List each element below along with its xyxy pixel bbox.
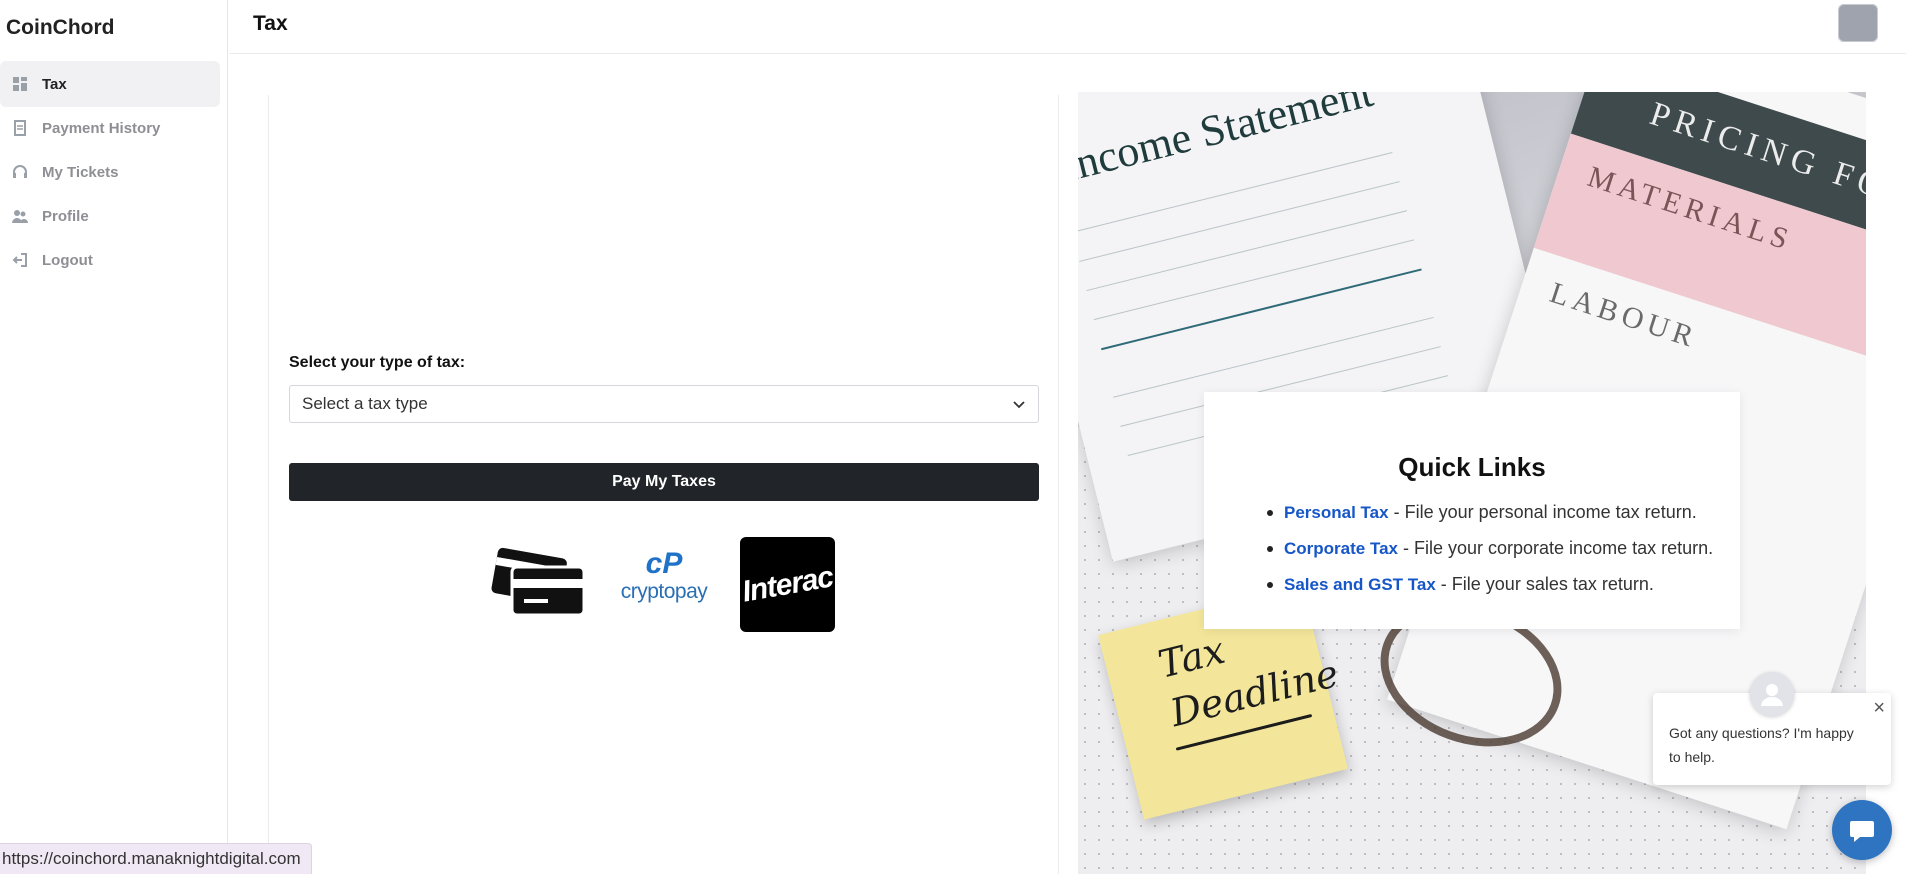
sidebar-item-label: My Tickets [42,163,119,181]
cryptopay-logo: cP cryptopay [618,547,710,621]
sidebar-item-profile[interactable]: Profile [0,193,220,239]
receipt-icon [12,120,28,136]
sidebar: CoinChord Tax Payment History My Tickets… [0,0,228,874]
grid-icon [12,76,28,92]
income-statement-title: Income Statement [1078,92,1378,192]
chat-icon [1850,821,1874,842]
sidebar-item-my-tickets[interactable]: My Tickets [0,149,220,195]
chat-greeting-text: Got any questions? I'm happy to help. [1669,725,1854,765]
corporate-tax-link[interactable]: Corporate Tax [1284,539,1398,558]
pay-my-taxes-button[interactable]: Pay My Taxes [289,463,1039,501]
chevron-down-icon [1013,401,1025,409]
tax-type-label: Select your type of tax: [289,354,466,371]
tax-type-select-value: Select a tax type [302,394,428,413]
sidebar-item-label: Payment History [42,119,161,137]
list-item: Corporate Tax - File your corporate inco… [1266,536,1714,572]
top-header: Tax [229,0,1906,54]
headset-icon [12,164,28,180]
chat-launcher-button[interactable] [1832,800,1892,860]
personal-tax-link[interactable]: Personal Tax [1284,503,1389,522]
users-icon [12,208,28,224]
interac-logo: Interac [740,537,835,632]
interac-text: Interac [739,559,836,609]
page-title: Tax [253,12,288,35]
credit-cards-icon [491,547,586,617]
chat-agent-avatar [1750,672,1794,716]
quick-links-list: Personal Tax - File your personal income… [1244,500,1713,608]
panel-divider-left [268,95,269,874]
list-item-desc: - File your corporate income tax return. [1398,538,1714,558]
status-url-bar: https://coinchord.manaknightdigital.com [0,843,312,874]
sidebar-item-label: Profile [42,207,89,225]
list-item-desc: - File your personal income tax return. [1388,502,1697,522]
list-item: Sales and GST Tax - File your sales tax … [1266,572,1713,608]
brand-logo[interactable]: CoinChord [6,16,114,40]
tax-type-select[interactable]: Select a tax type [289,385,1039,423]
sales-gst-tax-link[interactable]: Sales and GST Tax [1284,575,1436,594]
panel-divider-right [1058,95,1059,874]
user-icon [1761,684,1783,706]
logout-icon [12,252,28,268]
close-icon[interactable]: × [1873,697,1885,720]
sidebar-item-label: Logout [42,251,93,269]
sidebar-nav: Tax Payment History My Tickets Profile L… [0,61,220,281]
list-item-desc: - File your sales tax return. [1435,574,1654,594]
payment-methods: cP cryptopay Interac [490,537,840,632]
sidebar-item-logout[interactable]: Logout [0,237,220,283]
sidebar-item-label: Tax [42,75,67,93]
cryptopay-mark: cP [645,547,683,580]
quick-links-card: Quick Links Personal Tax - File your per… [1204,392,1740,629]
list-item: Personal Tax - File your personal income… [1266,500,1713,536]
sidebar-item-tax[interactable]: Tax [0,61,220,107]
sticky-note-line1: Tax [1153,627,1230,687]
sidebar-item-payment-history[interactable]: Payment History [0,105,220,151]
quick-links-title: Quick Links [1398,452,1546,482]
avatar[interactable] [1838,4,1878,42]
cryptopay-text: cryptopay [620,580,708,603]
